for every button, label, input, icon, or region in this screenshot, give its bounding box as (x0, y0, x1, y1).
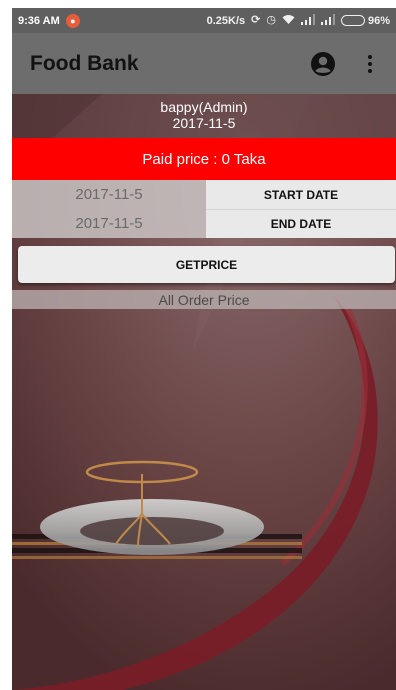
status-icons: 0.25K/s ⟳ ◷ 96% (206, 13, 390, 28)
signal-icon (300, 13, 315, 28)
start-date-row: 2017-11-5 START DATE (12, 180, 396, 209)
more-vert-icon[interactable] (358, 49, 382, 79)
alarm-icon: ◷ (266, 14, 276, 26)
user-date: 2017-11-5 (172, 115, 236, 131)
battery-percent: 96% (367, 14, 390, 27)
status-bar: 9:36 AM ● 0.25K/s ⟳ ◷ 96% (12, 8, 396, 33)
app-bar: Food Bank (12, 33, 396, 94)
start-date-button[interactable]: START DATE (206, 180, 396, 209)
account-circle-icon[interactable] (308, 49, 338, 79)
paid-price-amount: 0 Taka (221, 150, 266, 168)
sync-icon: ⟳ (251, 14, 261, 26)
signal-icon (320, 13, 335, 28)
paid-price-label: Paid price : (142, 150, 218, 168)
network-speed: 0.25K/s (206, 14, 246, 27)
paid-price-bar: Paid price : 0 Taka (12, 138, 396, 180)
end-date-button[interactable]: END DATE (206, 209, 396, 238)
all-order-price-label: All Order Price (12, 290, 396, 309)
user-name: bappy(Admin) (160, 99, 248, 115)
app-title: Food Bank (30, 51, 139, 75)
battery-icon (340, 15, 365, 26)
start-date-value: 2017-11-5 (12, 180, 206, 209)
device-frame: 9:36 AM ● 0.25K/s ⟳ ◷ 96% Food Bank bapp… (0, 0, 396, 690)
getprice-button[interactable]: GETPRICE (18, 246, 395, 283)
end-date-row: 2017-11-5 END DATE (12, 209, 396, 238)
notification-icon: ● (65, 13, 80, 28)
status-time: 9:36 AM (18, 14, 60, 27)
wifi-icon (282, 14, 295, 28)
user-info-panel: bappy(Admin) 2017-11-5 (12, 94, 396, 138)
end-date-value: 2017-11-5 (12, 209, 206, 238)
battery-indicator: 96% (340, 14, 390, 27)
app-screen: 9:36 AM ● 0.25K/s ⟳ ◷ 96% Food Bank bapp… (12, 8, 396, 690)
